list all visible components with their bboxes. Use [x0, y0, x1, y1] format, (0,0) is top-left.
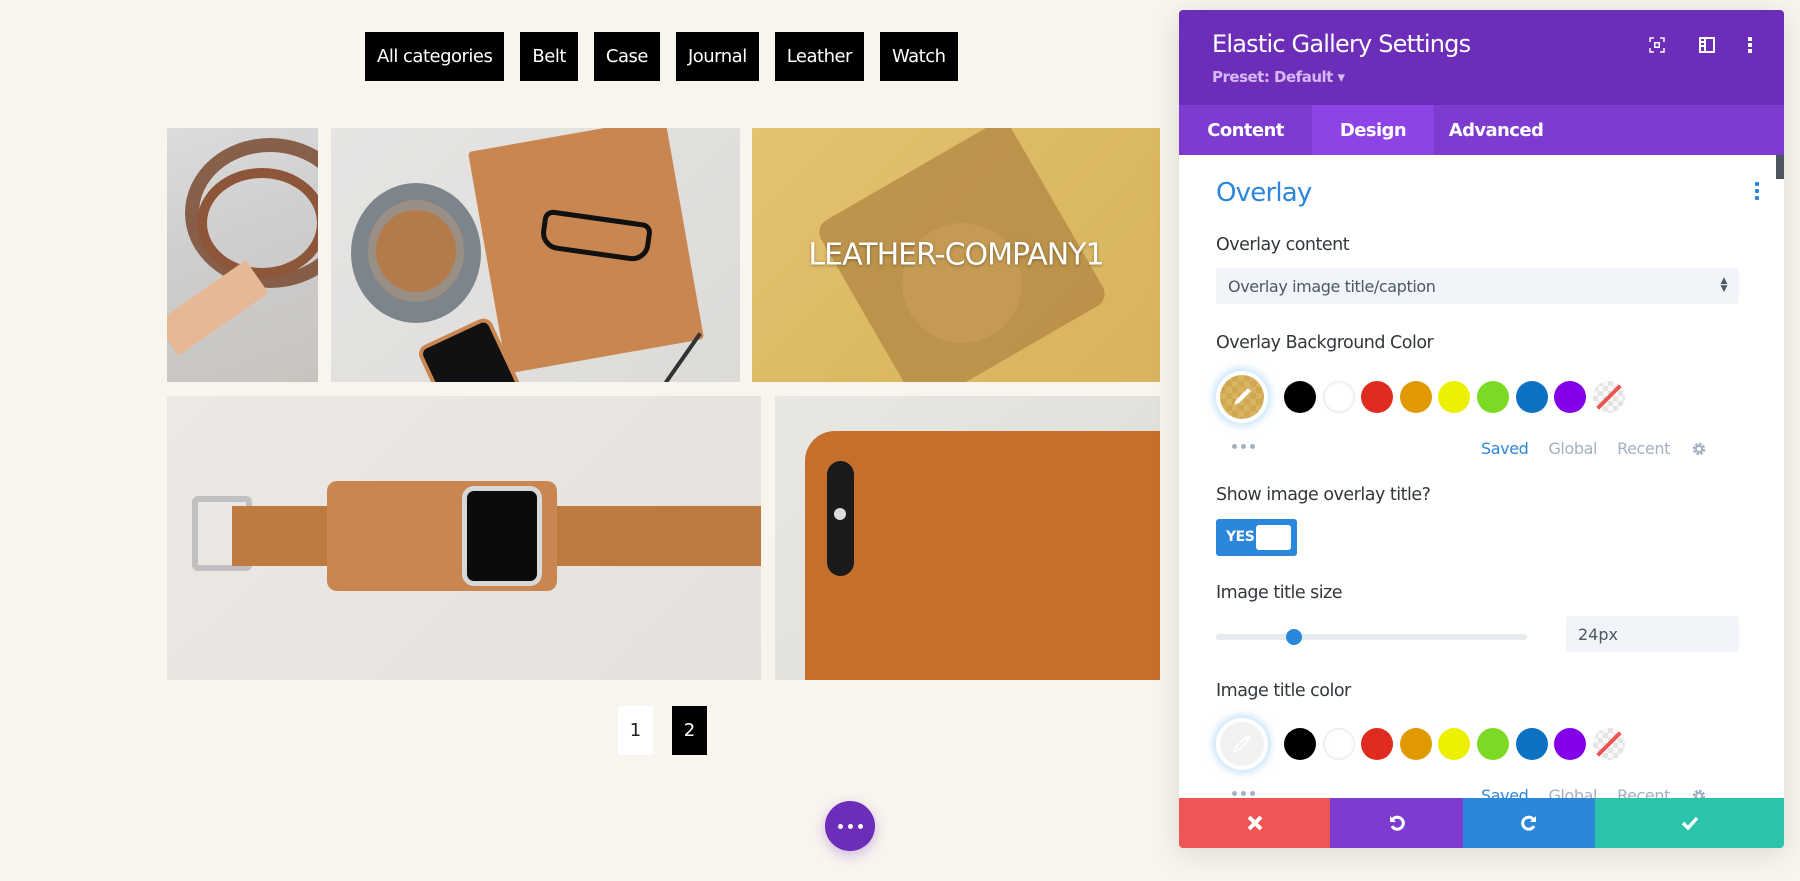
filter-journal[interactable]: Journal — [675, 32, 759, 81]
more-horizontal-icon — [837, 823, 843, 829]
redo-button[interactable] — [1463, 798, 1595, 848]
watch-face-shape — [462, 486, 542, 586]
swatch-red[interactable] — [1361, 728, 1393, 760]
eyedropper-icon — [1220, 722, 1264, 766]
swatch-yellow[interactable] — [1438, 728, 1470, 760]
swatch-white[interactable] — [1323, 381, 1355, 413]
check-icon — [1681, 816, 1698, 830]
discard-button[interactable] — [1179, 798, 1330, 848]
swatch-red[interactable] — [1361, 381, 1393, 413]
color-more-icon[interactable] — [1232, 444, 1255, 449]
panel-body: Overlay Overlay content Overlay image ti… — [1179, 155, 1784, 805]
gear-icon[interactable] — [1690, 440, 1708, 458]
dot — [847, 823, 853, 829]
section-title-overlay[interactable]: Overlay — [1216, 178, 1312, 208]
swatch-black[interactable] — [1284, 381, 1316, 413]
image-overlay-title: LEATHER-COMPANY1 — [808, 237, 1104, 273]
overlay-content-select[interactable]: Overlay image title/caption ▲ ▼ — [1216, 268, 1739, 304]
more-vertical-icon[interactable] — [1739, 34, 1761, 56]
swatch-purple[interactable] — [1554, 381, 1586, 413]
undo-button[interactable] — [1330, 798, 1463, 848]
title-color-picker — [1216, 718, 1756, 770]
belt-tag-shape — [167, 260, 269, 356]
overlay-content-label: Overlay content — [1216, 235, 1350, 255]
category-filter-bar: All categories Belt Case Journal Leather… — [365, 32, 958, 81]
sidebar-layout-icon[interactable] — [1696, 34, 1718, 56]
dot — [857, 823, 863, 829]
phone-case-shape — [805, 431, 1160, 680]
panel-title: Elastic Gallery Settings — [1212, 30, 1471, 58]
filter-all-categories[interactable]: All categories — [365, 32, 505, 81]
panel-tabs: Content Design Advanced — [1179, 105, 1784, 155]
swatch-white[interactable] — [1323, 728, 1355, 760]
swatch-orange[interactable] — [1400, 728, 1432, 760]
palette-tab-recent[interactable]: Recent — [1617, 439, 1670, 458]
page-2-button[interactable]: 2 — [672, 706, 707, 755]
toggle-state-label: YES — [1226, 529, 1255, 545]
select-arrows-icon: ▲ ▼ — [1720, 276, 1727, 294]
title-size-input[interactable] — [1566, 616, 1739, 652]
swatch-orange[interactable] — [1400, 381, 1432, 413]
swatch-yellow[interactable] — [1438, 381, 1470, 413]
bg-palette-tabs: Saved Global Recent — [1481, 439, 1708, 458]
swatch-blue[interactable] — [1516, 728, 1548, 760]
swatch-green[interactable] — [1477, 381, 1509, 413]
overlay-bg-color-current[interactable] — [1216, 371, 1268, 423]
eyedropper-icon — [1220, 375, 1264, 419]
page-settings-fab[interactable] — [825, 801, 875, 851]
title-color-current[interactable] — [1216, 718, 1268, 770]
overlay-bg-color-label: Overlay Background Color — [1216, 333, 1434, 353]
title-size-slider[interactable] — [1216, 629, 1527, 645]
expand-icon[interactable] — [1646, 34, 1668, 56]
swatch-transparent[interactable] — [1593, 728, 1625, 760]
title-color-label: Image title color — [1216, 681, 1351, 701]
palette-tab-global[interactable]: Global — [1548, 439, 1597, 458]
gallery-image-watch[interactable] — [167, 396, 761, 680]
overlay-content-value: Overlay image title/caption — [1228, 276, 1436, 296]
swatch-green[interactable] — [1477, 728, 1509, 760]
swatch-black[interactable] — [1284, 728, 1316, 760]
tab-design[interactable]: Design — [1312, 105, 1434, 155]
gallery-image-belt[interactable] — [167, 128, 318, 382]
palette-tab-saved[interactable]: Saved — [1481, 439, 1529, 458]
show-title-label: Show image overlay title? — [1216, 485, 1431, 505]
tab-advanced[interactable]: Advanced — [1434, 105, 1558, 155]
coffee-shape — [376, 210, 456, 292]
gallery-image-case[interactable]: LEATHER-COMPANY1 — [752, 128, 1160, 382]
tab-content[interactable]: Content — [1179, 105, 1312, 155]
page-1-button[interactable]: 1 — [618, 706, 653, 755]
gallery-image-phone-case[interactable] — [775, 396, 1160, 680]
save-button[interactable] — [1595, 798, 1784, 848]
redo-icon — [1521, 815, 1536, 831]
panel-header: Elastic Gallery Settings Preset: Default… — [1179, 10, 1784, 105]
gallery-image-journal[interactable] — [331, 128, 740, 382]
swatch-purple[interactable] — [1554, 728, 1586, 760]
pagination: 1 2 — [618, 706, 707, 755]
filter-leather[interactable]: Leather — [774, 32, 864, 81]
swatch-blue[interactable] — [1516, 381, 1548, 413]
belt-coil-inner-shape — [197, 168, 318, 278]
slider-thumb[interactable] — [1285, 629, 1302, 645]
section-more-icon[interactable] — [1750, 182, 1764, 202]
overlay-bg-color-picker — [1216, 371, 1756, 423]
filter-watch[interactable]: Watch — [879, 32, 958, 81]
filter-case[interactable]: Case — [593, 32, 660, 81]
swatch-transparent[interactable] — [1593, 381, 1625, 413]
close-icon — [1247, 815, 1262, 831]
show-title-toggle[interactable]: YES — [1216, 519, 1297, 556]
settings-panel: Elastic Gallery Settings Preset: Default… — [1179, 10, 1784, 848]
toggle-knob — [1256, 525, 1291, 550]
preset-dropdown[interactable]: Preset: Default ▾ — [1212, 68, 1345, 86]
filter-belt[interactable]: Belt — [520, 32, 578, 81]
panel-footer — [1179, 798, 1784, 848]
color-more-icon[interactable] — [1232, 791, 1255, 796]
title-size-label: Image title size — [1216, 583, 1343, 603]
flash-shape — [834, 508, 846, 520]
undo-icon — [1389, 815, 1405, 831]
